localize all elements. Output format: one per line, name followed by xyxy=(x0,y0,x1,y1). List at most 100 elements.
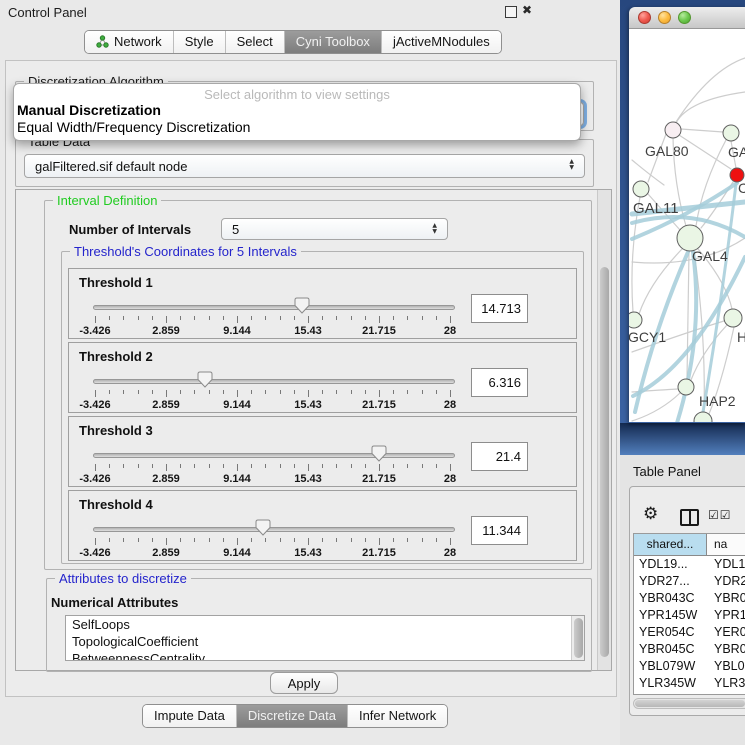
cell-shared-name[interactable]: YBR043C xyxy=(634,590,707,607)
attributes-group-title: Attributes to discretize xyxy=(55,571,191,586)
float-panel-icon[interactable] xyxy=(505,6,517,18)
table-row[interactable]: YDL19...YDL1 xyxy=(634,556,745,573)
settings-scroll-area: Interval Definition Number of Intervals … xyxy=(15,189,612,671)
window-minimize-icon[interactable] xyxy=(658,11,671,24)
checkboxes-icon[interactable]: ☑☑ xyxy=(708,508,732,522)
cell-shared-name[interactable]: YDL19... xyxy=(634,556,707,573)
apply-button[interactable]: Apply xyxy=(270,672,338,694)
slider-thumb[interactable] xyxy=(371,445,387,462)
combo-arrows-icon: ▲▼ xyxy=(432,223,437,235)
threshold-1-value[interactable]: 14.713 xyxy=(471,294,528,323)
table-panel-title: Table Panel xyxy=(633,464,701,479)
gear-icon[interactable]: ⚙ xyxy=(643,504,658,524)
number-of-intervals-select[interactable]: 5 ▲▼ xyxy=(221,218,448,240)
table-row[interactable]: YDR27...YDR2 xyxy=(634,573,745,590)
settings-scrollbar[interactable] xyxy=(597,190,611,670)
cell-name[interactable]: YDR2 xyxy=(707,573,745,590)
threshold-2-value[interactable]: 6.316 xyxy=(471,368,528,397)
dropdown-option-equal-width-frequency[interactable]: Equal Width/Frequency Discretization xyxy=(14,119,580,136)
application-window: Control Panel ✖ Network Style Select Cyn… xyxy=(0,0,745,745)
tab-cyni-toolbox[interactable]: Cyni Toolbox xyxy=(285,31,382,53)
tab-discretize-data[interactable]: Discretize Data xyxy=(237,705,348,727)
table-row[interactable]: YBR043CYBR0 xyxy=(634,590,745,607)
threshold-3-value[interactable]: 21.4 xyxy=(471,442,528,471)
network-canvas[interactable]: GAL80GAL11GAL4GCY1HHAP2GAC xyxy=(629,29,745,422)
attributes-group: Attributes to discretize Numerical Attri… xyxy=(46,578,592,672)
network-edge[interactable] xyxy=(687,251,689,379)
close-panel-icon[interactable]: ✖ xyxy=(522,3,532,17)
threshold-4-value[interactable]: 11.344 xyxy=(471,516,528,545)
table-row[interactable]: YLR345WYLR3 xyxy=(634,675,745,692)
cell-shared-name[interactable]: YIL053C xyxy=(634,692,707,695)
node-label: HAP2 xyxy=(699,393,736,409)
list-item[interactable]: TopologicalCoefficient xyxy=(66,633,584,650)
network-node[interactable] xyxy=(629,312,642,328)
network-node[interactable] xyxy=(723,125,739,141)
numerical-attributes-list[interactable]: SelfLoops TopologicalCoefficient Between… xyxy=(65,615,585,661)
tab-jactivemnodules[interactable]: jActiveMNodules xyxy=(382,31,501,53)
column-header-shared-name[interactable]: shared... xyxy=(634,534,707,555)
node-label: H xyxy=(737,329,745,345)
network-edge[interactable] xyxy=(681,129,723,132)
table-row[interactable]: YIL053CYIL0 xyxy=(634,692,745,695)
tab-infer-network[interactable]: Infer Network xyxy=(348,705,447,727)
table-row[interactable]: YPR145WYPR1 xyxy=(634,607,745,624)
node-attribute-table[interactable]: shared... na YDL19...YDL1YDR27...YDR2YBR… xyxy=(633,533,745,695)
dropdown-option-manual-discretization[interactable]: Manual Discretization xyxy=(14,102,580,119)
control-panel-titlebar: Control Panel ✖ xyxy=(0,0,620,24)
cell-shared-name[interactable]: YPR145W xyxy=(634,607,707,624)
network-desktop: GAL80GAL11GAL4GCY1HHAP2GAC xyxy=(620,0,745,455)
table-row[interactable]: YBR045CYBR0 xyxy=(634,641,745,658)
table-scrollbar-thumb[interactable] xyxy=(635,700,745,707)
cell-name[interactable]: YPR1 xyxy=(707,607,745,624)
window-zoom-icon[interactable] xyxy=(678,11,691,24)
list-item[interactable]: BetweennessCentrality xyxy=(66,650,584,661)
cell-shared-name[interactable]: YLR345W xyxy=(634,675,707,692)
node-label: C xyxy=(738,180,745,196)
table-data-select[interactable]: galFiltered.sif default node ▲▼ xyxy=(24,154,585,178)
network-node[interactable] xyxy=(724,309,742,327)
list-scrollbar-thumb[interactable] xyxy=(574,618,583,658)
cell-shared-name[interactable]: YBR045C xyxy=(634,641,707,658)
slider-thumb[interactable] xyxy=(255,519,271,536)
cell-name[interactable]: YLR3 xyxy=(707,675,745,692)
network-view-window[interactable]: GAL80GAL11GAL4GCY1HHAP2GAC xyxy=(629,7,745,423)
tab-impute-data[interactable]: Impute Data xyxy=(143,705,237,727)
network-edge[interactable] xyxy=(676,58,745,122)
cell-name[interactable]: YBL0 xyxy=(707,658,745,675)
cell-name[interactable]: YBR0 xyxy=(707,641,745,658)
list-scrollbar[interactable] xyxy=(571,616,584,660)
settings-scrollbar-thumb[interactable] xyxy=(600,267,609,657)
cell-shared-name[interactable]: YBL079W xyxy=(634,658,707,675)
control-panel-title: Control Panel xyxy=(8,5,87,20)
tab-style[interactable]: Style xyxy=(174,31,226,53)
tab-network-label: Network xyxy=(114,34,162,49)
window-close-icon[interactable] xyxy=(638,11,651,24)
tab-network[interactable]: Network xyxy=(85,31,174,53)
threshold-1-panel: Threshold 1 -3.4262.8599.14415.4321.7152… xyxy=(68,268,577,339)
slider-thumb[interactable] xyxy=(294,297,310,314)
tab-select[interactable]: Select xyxy=(226,31,285,53)
table-panel: Table Panel ⚙ ☑☑ shared... na YDL19...YD… xyxy=(620,455,745,745)
cell-name[interactable]: YBR0 xyxy=(707,590,745,607)
table-horizontal-scrollbar[interactable] xyxy=(633,698,745,709)
network-node[interactable] xyxy=(678,379,694,395)
table-header-row: shared... na xyxy=(634,534,745,556)
cell-name[interactable]: YER0 xyxy=(707,624,745,641)
network-node[interactable] xyxy=(633,181,649,197)
network-edge[interactable] xyxy=(677,252,696,422)
cell-shared-name[interactable]: YER054C xyxy=(634,624,707,641)
cell-shared-name[interactable]: YDR27... xyxy=(634,573,707,590)
cell-name[interactable]: YDL1 xyxy=(707,556,745,573)
table-row[interactable]: YBL079WYBL0 xyxy=(634,658,745,675)
cell-name[interactable]: YIL0 xyxy=(707,692,740,695)
network-node[interactable] xyxy=(665,122,681,138)
table-row[interactable]: YER054CYER0 xyxy=(634,624,745,641)
network-edge[interactable] xyxy=(696,140,726,226)
column-header-name[interactable]: na xyxy=(707,534,745,555)
columns-icon[interactable] xyxy=(680,509,699,526)
slider-track xyxy=(93,453,455,458)
slider-thumb[interactable] xyxy=(197,371,213,388)
list-item[interactable]: SelfLoops xyxy=(66,616,584,633)
network-graph[interactable]: GAL80GAL11GAL4GCY1HHAP2GAC xyxy=(629,29,745,422)
